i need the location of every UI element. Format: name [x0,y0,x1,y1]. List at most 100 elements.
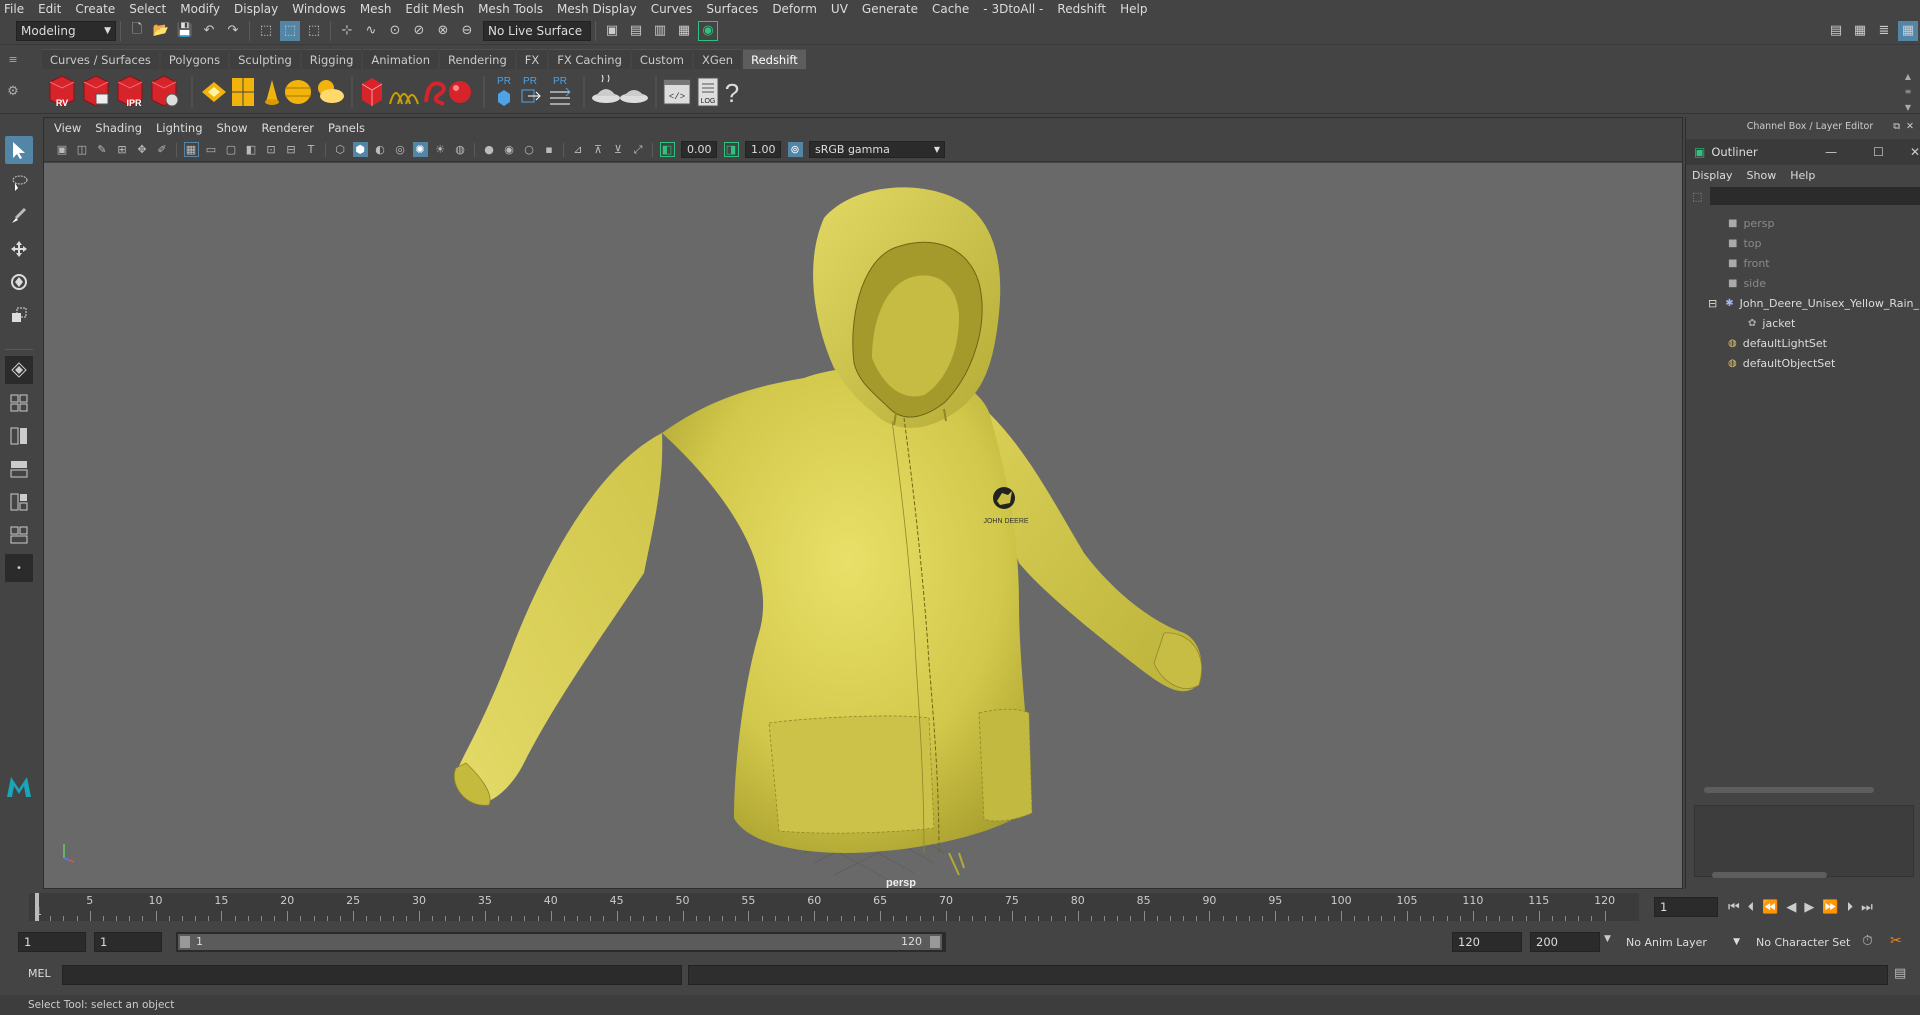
scroll-down-icon[interactable]: ▼ [1905,103,1911,112]
character-set-dropdown[interactable]: No Character Set [1752,932,1870,952]
outliner-item-persp[interactable]: ■ persp [1686,213,1920,233]
image-plane-icon[interactable]: ⊞ [115,142,130,157]
channel-box-icon[interactable]: ▦ [1898,20,1918,41]
viewport-menu-panels[interactable]: Panels [328,121,365,135]
bookmark-icon[interactable]: ✎ [95,142,110,157]
menu-cache[interactable]: Cache [932,2,969,16]
outliner-menu-help[interactable]: Help [1790,169,1815,182]
3d-viewport[interactable]: JOHN DEERE persp [44,163,1682,888]
scroll-up-icon[interactable]: ▲ [1905,72,1911,81]
outliner-item-jacket[interactable]: ✿ jacket [1686,313,1920,333]
shelf-tab-xgen[interactable]: XGen [693,49,742,69]
grease-pencil-icon[interactable]: ✐ [155,142,170,157]
color-management-icon[interactable]: ⊚ [787,142,803,157]
menu-redshift[interactable]: Redshift [1057,2,1106,16]
minimize-icon[interactable]: — [1825,145,1837,159]
snap-point-icon[interactable]: ⊙ [385,21,405,41]
resolution-gate-icon[interactable]: ▢ [224,142,239,157]
select-object-icon[interactable]: ⬚ [280,20,300,41]
view-transform-dropdown[interactable]: sRGB gamma ▼ [809,141,945,158]
channel-box-title[interactable]: Channel Box / Layer Editor [1747,121,1874,132]
attribute-editor-icon[interactable]: ≣ [1874,21,1894,41]
undo-icon[interactable]: ↶ [199,21,219,41]
menu-windows[interactable]: Windows [292,2,346,16]
shelf-tab-sculpting[interactable]: Sculpting [230,49,300,69]
redo-icon[interactable]: ↷ [223,21,243,41]
animation-preferences-icon[interactable]: ✂ [1890,933,1902,949]
shelf-tab-redshift[interactable]: Redshift [743,49,806,69]
gear-icon[interactable]: ⚙ [0,84,26,99]
menu-deform[interactable]: Deform [772,2,817,16]
ies-light-shelf-button[interactable] [285,79,311,104]
render-view-shelf-button[interactable]: RV [49,74,75,108]
log-shelf-button[interactable]: LOG [697,77,719,106]
xray-icon[interactable]: ⊿ [571,142,586,157]
sun-sky-shelf-button[interactable] [318,79,344,103]
film-gate-icon[interactable]: ▭ [204,142,219,157]
help-shelf-button[interactable]: ? [725,78,739,108]
render-settings-icon[interactable]: ▦ [674,21,694,41]
field-chart-icon[interactable]: ⊡ [264,142,279,157]
left-sleeve[interactable] [455,433,663,803]
snap-projected-icon[interactable]: ⊘ [409,21,429,41]
current-frame-field[interactable]: 1 [1654,897,1718,917]
scrollbar-thumb[interactable] [1704,787,1874,793]
pr-cube-shelf-button[interactable]: PR [497,76,511,106]
shadows-icon[interactable]: ☀ [433,142,448,157]
range-start-grip[interactable] [180,936,190,948]
save-scene-icon[interactable]: 💾 [175,21,195,41]
step-forward-key-icon[interactable]: ⏩ [1822,900,1838,915]
safe-title-icon[interactable]: T [304,142,319,157]
menu-edit[interactable]: Edit [38,2,61,16]
material-ball-shelf-button[interactable] [449,80,471,103]
chevron-down-icon[interactable]: ▼ [1604,934,1611,944]
render-frame-shelf-button[interactable] [83,74,109,107]
shelf-tab-fx[interactable]: FX [516,49,548,69]
outliner-menu-show[interactable]: Show [1747,169,1777,182]
shelf-tab-animation[interactable]: Animation [363,49,439,69]
render-settings-shelf-button[interactable] [151,74,179,107]
outliner-search-input[interactable] [1710,187,1920,205]
exposure-field[interactable]: 0.00 [681,141,717,158]
menu-mesh[interactable]: Mesh [360,2,392,16]
2d-pan-zoom-icon[interactable]: ✥ [135,142,150,157]
animation-start-field[interactable]: 1 [18,932,86,952]
render-frame-icon[interactable]: ▤ [626,21,646,41]
scrollbar-thumb[interactable] [1712,872,1827,878]
shelf-tab-custom[interactable]: Custom [631,49,692,69]
smooth-shade-icon[interactable]: ⬢ [352,142,368,157]
outliner-item-defaultobjectset[interactable]: ◍ defaultObjectSet [1686,353,1920,373]
outliner-item-side[interactable]: ■ side [1686,273,1920,293]
snap-view-plane-icon[interactable]: ⊗ [433,21,453,41]
frame-all-icon[interactable]: ⤢ [631,142,646,157]
viewport-menu-show[interactable]: Show [217,121,248,135]
ipr-render-icon[interactable]: ▥ [650,21,670,41]
motion-blur-icon[interactable]: ● [482,142,497,157]
proxy-shelf-button[interactable] [361,77,383,106]
shelf-menu-icon[interactable]: ≡ [0,53,26,66]
select-hierarchy-icon[interactable]: ⬚ [256,21,276,41]
viewport-menu-shading[interactable]: Shading [95,121,142,135]
gate-mask-icon[interactable]: ◧ [244,142,259,157]
menu-surfaces[interactable]: Surfaces [706,2,758,16]
workspace-layout-icon[interactable]: ▤ [1826,21,1846,41]
select-component-icon[interactable]: ⬚ [304,21,324,41]
isolate-select-icon[interactable]: ▪ [542,142,557,157]
gamma-icon[interactable]: ◨ [723,142,739,157]
select-tool-icon[interactable] [5,136,33,164]
pr-import-shelf-button[interactable]: PR [550,76,571,104]
snap-curve-icon[interactable]: ∿ [361,21,381,41]
open-scene-icon[interactable]: 📂 [151,21,171,41]
rect-light-shelf-button[interactable] [202,81,226,102]
menu-modify[interactable]: Modify [180,2,220,16]
viewport-menu-renderer[interactable]: Renderer [262,121,315,135]
shelf-scroll[interactable]: ▲ ≡ ▼ [1902,72,1914,112]
snap-grid-icon[interactable]: ⊹ [337,21,357,41]
maximize-icon[interactable]: ☐ [1873,145,1884,159]
outliner-item-john-deere-unisex-yellow-rain[interactable]: ⊟ ✱ John_Deere_Unisex_Yellow_Rain_ [1686,293,1920,313]
menu-select[interactable]: Select [129,2,166,16]
float-panel-icon[interactable]: ⧉ [1893,121,1900,132]
move-tool-icon[interactable] [5,235,33,263]
anim-layer-dropdown[interactable]: No Anim Layer ▼ [1622,932,1744,952]
step-forward-frame-icon[interactable]: ⏵ [1847,900,1854,915]
